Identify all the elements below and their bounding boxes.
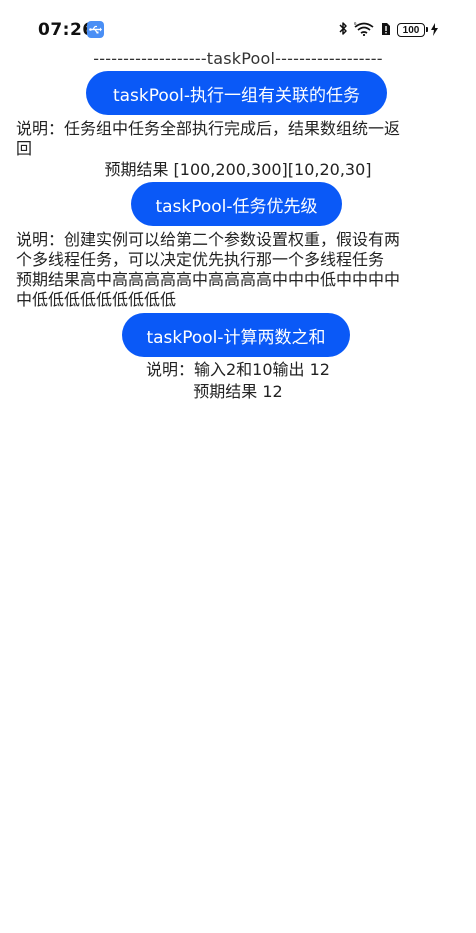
usb-icon bbox=[87, 21, 104, 38]
taskgroup-button-label: taskPool-执行一组有关联的任务 bbox=[112, 85, 361, 106]
taskgroup-description-line1: 说明：任务组中任务全部执行完成后，结果数组统一返 bbox=[16, 119, 401, 138]
taskgroup-description: 说明：任务组中任务全部执行完成后，结果数组统一返 回 bbox=[16, 119, 466, 159]
priority-description: 说明：创建实例可以给第二个参数设置权重，假设有两 个多线程任务，可以决定优先执行… bbox=[16, 230, 466, 310]
sum-button[interactable]: taskPool-计算两数之和 bbox=[122, 313, 350, 357]
charging-bolt-icon bbox=[431, 21, 438, 40]
priority-description-line2: 个多线程任务，可以决定优先执行那一个多线程任务 bbox=[16, 250, 385, 269]
status-icons: 6 100 bbox=[339, 21, 438, 39]
sum-description: 说明：输入2和10输出 12 bbox=[146, 360, 330, 379]
sim-alert-icon bbox=[380, 21, 391, 40]
priority-button-label: taskPool-任务优先级 bbox=[155, 196, 318, 217]
sum-expected: 预期结果 12 bbox=[193, 382, 283, 401]
taskpool-divider: -------------------taskPool-------------… bbox=[93, 49, 383, 68]
priority-button[interactable]: taskPool-任务优先级 bbox=[131, 182, 342, 226]
taskgroup-expected: 预期结果 [100,200,300][10,20,30] bbox=[104, 160, 372, 179]
taskgroup-description-line2: 回 bbox=[16, 139, 33, 158]
taskgroup-button[interactable]: taskPool-执行一组有关联的任务 bbox=[86, 71, 387, 115]
battery-indicator: 100 bbox=[397, 23, 428, 37]
sum-button-label: taskPool-计算两数之和 bbox=[146, 327, 326, 348]
wifi-6-icon: 6 bbox=[354, 21, 374, 40]
bluetooth-icon bbox=[339, 21, 348, 40]
priority-description-line1: 说明：创建实例可以给第二个参数设置权重，假设有两 bbox=[16, 230, 401, 249]
priority-expected-line2: 中低低低低低低低低低 bbox=[16, 290, 177, 309]
priority-expected-line1: 预期结果高中高高高高高中高高高高中中中低中中中中 bbox=[16, 270, 401, 289]
